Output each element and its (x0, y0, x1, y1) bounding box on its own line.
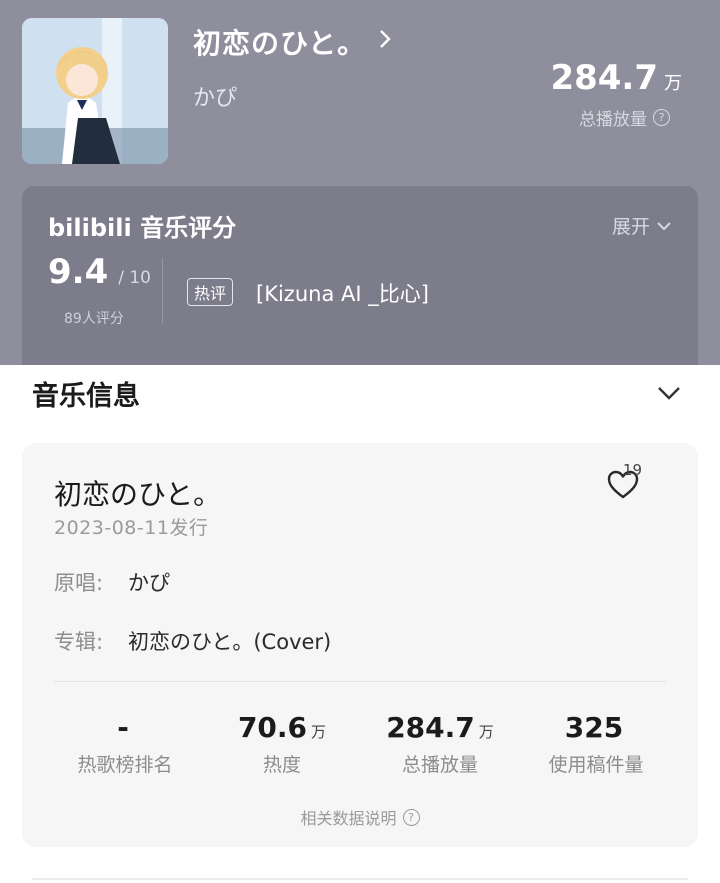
release-date: 2023-08-11发行 (54, 517, 209, 539)
expand-label: 展开 (611, 216, 650, 238)
chevron-right-icon (378, 28, 392, 56)
stat-label: 热度 (262, 754, 301, 776)
divider (32, 878, 688, 880)
expand-button[interactable]: 展开 (612, 212, 672, 239)
rating-card: bilibili 音乐评分 展开 9.4 / 10 89人评分 热评 [Kizun… (22, 186, 698, 365)
stat-heat: 70.6 万 热度 (202, 711, 362, 777)
stat-total-plays: 284.7 万 总播放量 (360, 711, 520, 777)
song-title-text: 初恋のひと。 (193, 27, 367, 60)
chevron-down-icon (658, 387, 680, 400)
divider (162, 258, 163, 324)
artist-name[interactable]: かぴ (193, 80, 237, 112)
total-plays-label: 总播放量 (579, 110, 647, 130)
divider (54, 681, 666, 682)
song-title[interactable]: 初恋のひと。 (193, 22, 392, 62)
raters-count: 89人评分 (64, 311, 124, 327)
question-circle-icon: ? (402, 808, 420, 826)
album-cover[interactable] (22, 18, 168, 164)
data-note-text: 相关数据说明 (300, 809, 397, 828)
total-plays-info[interactable]: 总播放量 ? (579, 105, 670, 130)
song-header: 初恋のひと。 かぴ 284.7 万 总播放量 ? bilibili 音乐评分 展开… (0, 0, 720, 365)
stat-value: 325 (564, 711, 624, 744)
stat-usage-count: 325 使用稿件量 (516, 711, 676, 777)
section-title: 音乐信息 (32, 381, 140, 412)
rating-score: 9.4 / 10 (48, 252, 151, 292)
hot-comment-text[interactable]: [Kizuna AI _比心] (256, 278, 429, 308)
data-explanation-link[interactable]: 相关数据说明 ? (22, 805, 698, 829)
score-value: 9.4 (48, 252, 109, 292)
info-song-title: 初恋のひと。 (54, 478, 222, 511)
score-max: / 10 (118, 268, 151, 288)
album-cover-art (22, 18, 168, 164)
stat-value: - (117, 711, 129, 744)
stat-label: 使用稿件量 (548, 754, 644, 776)
rating-title: bilibili 音乐评分 (48, 214, 237, 242)
stat-chart-rank: - 热歌榜排名 (45, 711, 205, 777)
hot-comment-badge: 热评 (187, 278, 234, 306)
original-singer-label: 原唱: (54, 571, 104, 595)
stat-unit: 万 (311, 723, 327, 741)
music-info-card: 初恋のひと。 19 2023-08-11发行 原唱: かぴ 专辑: 初恋のひと。… (22, 443, 698, 847)
total-plays: 284.7 万 (550, 58, 682, 98)
stat-value: 284.7 (386, 711, 475, 744)
stat-value: 70.6 (237, 711, 308, 744)
album-label: 专辑: (54, 630, 104, 654)
question-circle-icon: ? (653, 109, 670, 126)
like-count: 19 (622, 461, 642, 479)
collapse-button[interactable] (656, 378, 682, 408)
stat-label: 热歌榜排名 (77, 754, 173, 776)
chevron-down-icon (657, 221, 671, 230)
album-value[interactable]: 初恋のひと。(Cover) (128, 626, 331, 656)
total-plays-unit: 万 (664, 73, 682, 94)
original-singer-value[interactable]: かぴ (128, 567, 170, 597)
total-plays-value: 284.7 (550, 58, 658, 98)
stat-unit: 万 (478, 723, 494, 741)
stat-label: 总播放量 (401, 754, 478, 776)
